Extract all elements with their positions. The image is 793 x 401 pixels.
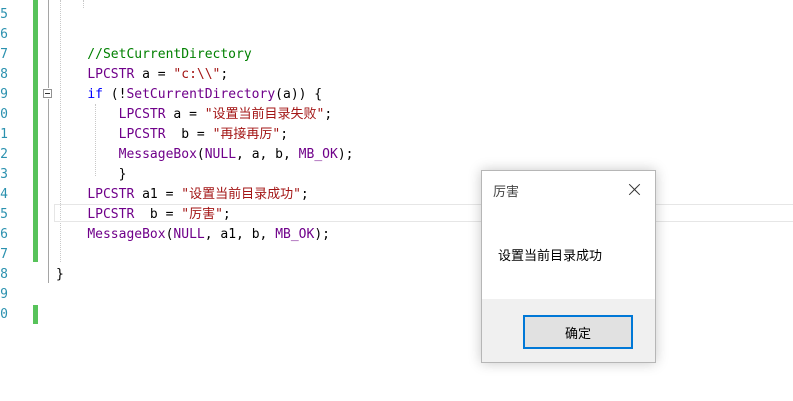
code-token: } <box>56 267 64 282</box>
code-token: MB_OK <box>298 147 338 162</box>
code-token: LPCSTR <box>87 67 135 82</box>
code-token: ); <box>337 147 354 162</box>
line-number: 0 <box>0 107 8 122</box>
line-number: 5 <box>0 207 8 222</box>
code-token: } <box>56 167 127 182</box>
dialog-message: 设置当前目录成功 <box>498 248 603 263</box>
code-token: SetCurrentDirectory <box>126 87 276 102</box>
line-number: 1 <box>0 127 8 142</box>
code-line[interactable]: 1 LPCSTR b = "再接再厉"; <box>0 125 793 145</box>
code-token: ; <box>324 107 333 122</box>
line-number: 2 <box>0 147 8 162</box>
code-line[interactable]: 6 MessageBox(NULL, a1, b, MB_OK); <box>0 225 793 245</box>
code-text: LPCSTR a = "设置当前目录失败"; <box>56 105 333 125</box>
code-text: if (!SetCurrentDirectory(a)) { <box>56 85 322 105</box>
line-number: 8 <box>0 67 8 82</box>
code-line[interactable]: 3 } <box>0 165 793 185</box>
code-line[interactable]: 7 <box>0 245 793 265</box>
line-number: 9 <box>0 287 8 302</box>
code-token: (! <box>102 87 127 102</box>
line-number: 9 <box>0 87 8 102</box>
indent-guide <box>95 104 96 176</box>
indent-guide <box>60 0 61 262</box>
code-editor[interactable]: 567 //SetCurrentDirectory 8 LPCSTR a = "c… <box>0 0 793 401</box>
indent-guide <box>83 0 84 8</box>
ok-button[interactable]: 确定 <box>523 315 633 349</box>
code-line[interactable]: 2 MessageBox(NULL, a, b, MB_OK); <box>0 145 793 165</box>
code-token: "设置当前目录成功" <box>181 187 301 202</box>
outline-line <box>48 0 49 88</box>
code-token: MessageBox <box>118 147 197 162</box>
code-token: NULL <box>173 227 205 242</box>
code-token: a1 = <box>134 187 182 202</box>
code-token: LPCSTR <box>118 107 166 122</box>
change-indicator-bar <box>33 0 38 262</box>
line-number: 6 <box>0 27 8 42</box>
code-line[interactable]: 7 //SetCurrentDirectory <box>0 45 793 65</box>
line-number: 7 <box>0 247 8 262</box>
message-box-dialog: 厉害 设置当前目录成功 确定 <box>481 170 656 363</box>
code-line[interactable]: 9 <box>0 285 793 305</box>
dialog-title: 厉害 <box>493 184 520 199</box>
line-number: 5 <box>0 7 8 22</box>
code-token: ; <box>280 127 289 142</box>
dialog-footer: 确定 <box>482 299 655 362</box>
code-token: MB_OK <box>275 227 315 242</box>
current-line-highlight <box>54 204 793 222</box>
line-number: 3 <box>0 167 8 182</box>
line-number: 6 <box>0 227 8 242</box>
code-token: ( <box>196 147 205 162</box>
code-token: (a)) { <box>275 87 323 102</box>
code-line[interactable]: 8 LPCSTR a = "c:\\"; <box>0 65 793 85</box>
code-token: a = <box>134 67 174 82</box>
code-text: LPCSTR a = "c:\\"; <box>56 65 228 85</box>
code-text: } <box>56 265 64 285</box>
line-number: 8 <box>0 267 8 282</box>
code-token: ; <box>300 187 309 202</box>
code-line[interactable]: 0 LPCSTR a = "设置当前目录失败"; <box>0 105 793 125</box>
code-line[interactable]: 0 <box>0 305 793 325</box>
line-number: 0 <box>0 307 8 322</box>
code-line[interactable]: 9 if (!SetCurrentDirectory(a)) { <box>0 85 793 105</box>
code-token: //SetCurrentDirectory <box>56 47 252 62</box>
close-icon[interactable] <box>625 180 645 200</box>
code-text: LPCSTR a1 = "设置当前目录成功"; <box>56 185 309 205</box>
code-line[interactable]: 6 <box>0 25 793 45</box>
code-token: , a, b, <box>236 147 299 162</box>
code-token: ); <box>314 227 330 242</box>
code-text: MessageBox(NULL, a1, b, MB_OK); <box>56 225 330 245</box>
line-number: 4 <box>0 187 8 202</box>
code-line[interactable]: 4 LPCSTR a1 = "设置当前目录成功"; <box>0 185 793 205</box>
code-text: MessageBox(NULL, a, b, MB_OK); <box>56 145 354 165</box>
code-text: LPCSTR b = "再接再厉"; <box>56 125 288 145</box>
code-token: b = <box>165 127 213 142</box>
line-number: 7 <box>0 47 8 62</box>
change-indicator-bar <box>33 305 38 324</box>
collapse-toggle-icon[interactable] <box>43 89 52 98</box>
code-token: "再接再厉" <box>212 127 281 142</box>
code-text: //SetCurrentDirectory <box>56 45 252 65</box>
outline-line <box>48 99 49 283</box>
code-token: "设置当前目录失败" <box>204 107 325 122</box>
code-token: LPCSTR <box>87 187 135 202</box>
code-token: a = <box>165 107 205 122</box>
code-token: , a1, b, <box>204 227 276 242</box>
code-token: MessageBox <box>87 227 166 242</box>
code-token: if <box>87 87 103 102</box>
code-token: ; <box>220 67 229 82</box>
code-line[interactable]: 5 <box>0 5 793 25</box>
code-token: "c:\\" <box>173 67 221 82</box>
code-text: } <box>56 165 127 185</box>
code-token: NULL <box>204 147 237 162</box>
code-token: LPCSTR <box>118 127 166 142</box>
code-line[interactable]: 8} <box>0 265 793 285</box>
